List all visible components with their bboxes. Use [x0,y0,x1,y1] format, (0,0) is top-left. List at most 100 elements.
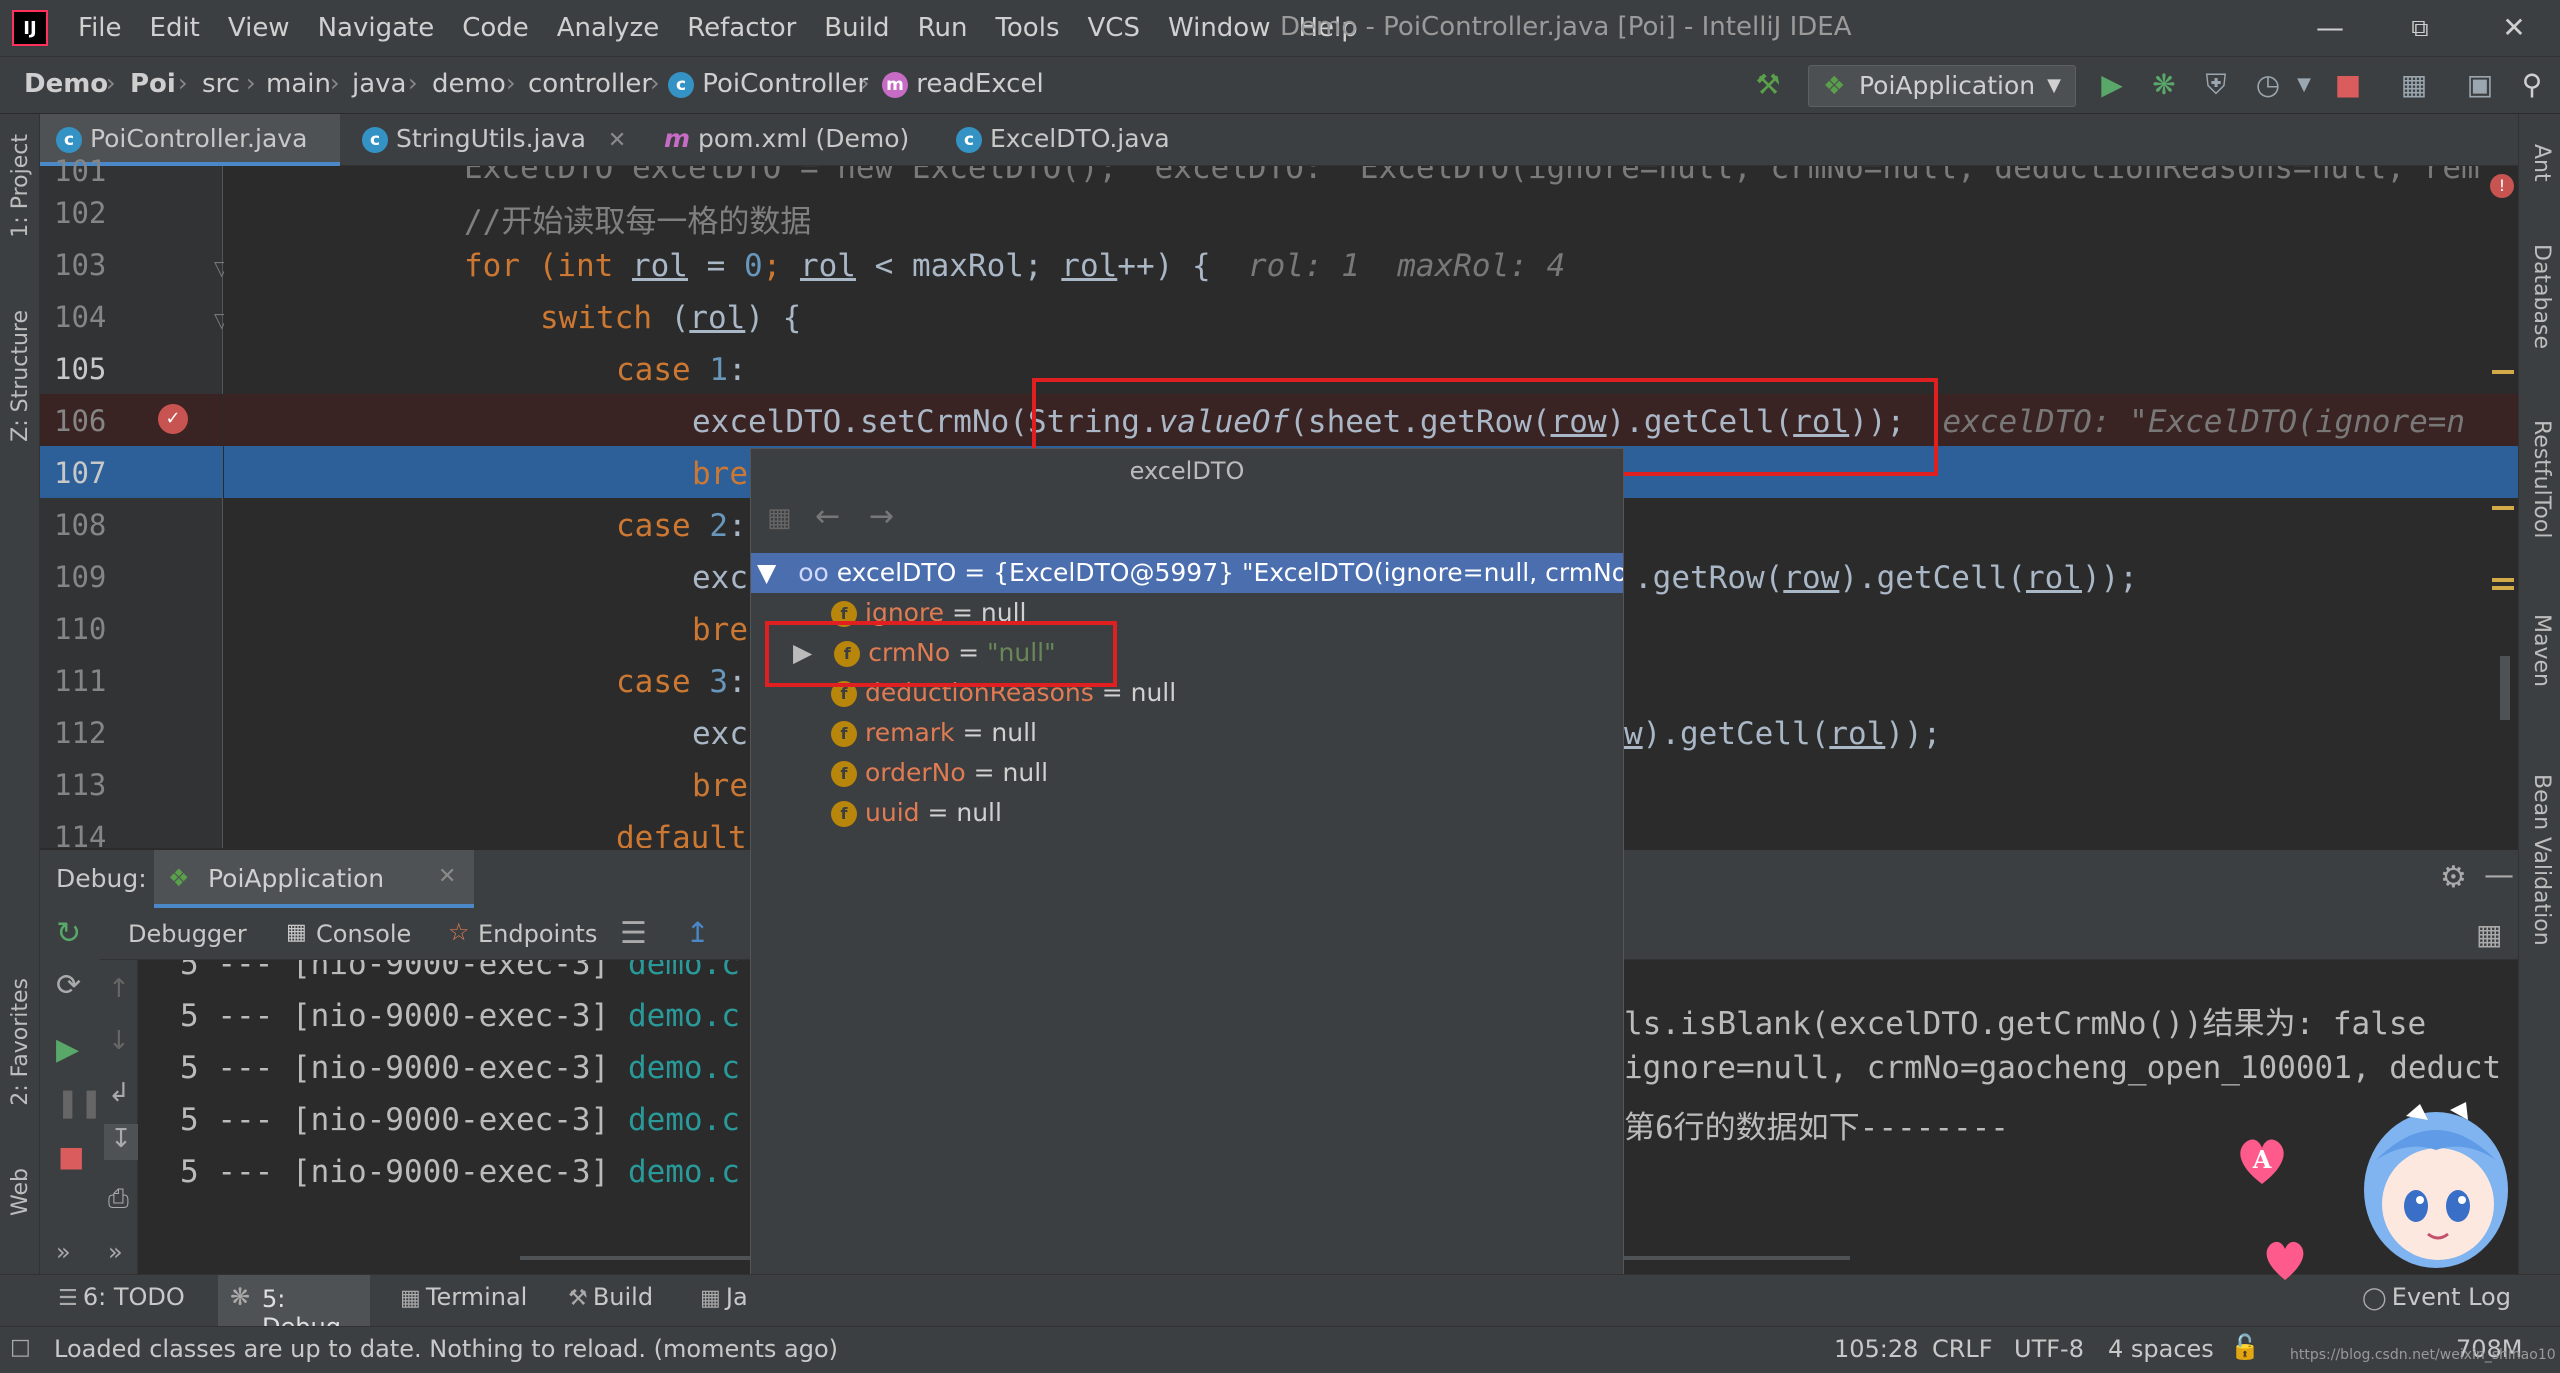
project-structure-icon[interactable]: ▦ [2396,67,2432,103]
profiler-icon[interactable]: ◷ [2250,67,2286,103]
bean-validation-tool-button[interactable]: Bean Validation [2529,774,2554,946]
layout-menu-icon[interactable]: ☰ [620,916,647,951]
tool-button-java[interactable]: ▦ Ja [700,1283,750,1311]
close-tab-icon[interactable]: ✕ [438,864,456,889]
menu-vcs[interactable]: VCS [1088,13,1140,43]
up-arrow-icon[interactable]: ↑ [108,974,130,1004]
tool-button-terminal[interactable]: ▦ Terminal [400,1283,527,1311]
error-stripe-marker[interactable] [2492,370,2514,374]
presentation-icon[interactable]: ▣ [2462,67,2498,103]
stop-icon[interactable]: ■ [2330,67,2366,103]
lock-icon[interactable]: 🔓 [2230,1333,2260,1361]
coverage-icon[interactable]: ⛨ [2198,67,2234,103]
build-hammer-icon[interactable]: ⚒ [1750,67,1786,103]
menu-code[interactable]: Code [462,13,529,43]
line-separator[interactable]: CRLF [1932,1335,1993,1363]
tree-root-exceldto[interactable]: ▼ oo excelDTO = {ExcelDTO@5997} "ExcelDT… [751,553,1623,593]
scroll-to-end-icon[interactable]: ↧ [104,1124,138,1160]
tab-stringutils[interactable]: c StringUtils.java ✕ [346,114,642,166]
hide-panel-icon[interactable]: — [2484,858,2514,893]
breakpoint-icon[interactable]: ✓ [158,404,188,434]
menu-build[interactable]: Build [824,13,889,43]
favorites-tool-button[interactable]: 2: Favorites [8,978,33,1106]
debug-session-tab[interactable]: ❖ PoiApplication ✕ [154,850,474,908]
restore-layout-icon[interactable]: ▦ [2476,918,2502,951]
error-stripe-marker[interactable] [2492,578,2514,582]
breadcrumb-controller[interactable]: controller [528,69,652,99]
field-row-remark[interactable]: f remark = null [831,713,1703,753]
tab-debugger[interactable]: Debugger [128,920,247,948]
menu-refactor[interactable]: Refactor [687,13,796,43]
error-stripe-marker[interactable] [2492,506,2514,510]
run-icon[interactable]: ▶ [2094,67,2130,103]
more-icon[interactable]: » [56,1238,71,1266]
rerun-icon[interactable]: ↻ [56,916,81,951]
breadcrumb-readexcel[interactable]: m readExcel [882,69,1044,99]
tab-exceldto[interactable]: c ExcelDTO.java ✕ [940,114,1204,203]
field-row-orderno[interactable]: f orderNo = null [831,753,1703,793]
tab-pom-xml[interactable]: m pom.xml (Demo) ✕ [648,114,936,203]
menu-view[interactable]: View [228,13,290,43]
field-row-uuid[interactable]: f uuid = null [831,793,1703,833]
menu-run[interactable]: Run [918,13,968,43]
search-icon[interactable]: ⚲ [2514,67,2550,103]
database-tool-button[interactable]: Database [2529,244,2554,349]
menu-tools[interactable]: Tools [995,13,1059,43]
maven-tool-button[interactable]: Maven [2529,614,2554,687]
toggle-tool-windows-icon[interactable]: □ [10,1335,31,1360]
close-icon[interactable]: ✕ [2484,8,2544,48]
menu-edit[interactable]: Edit [150,13,200,43]
tool-button-event-log[interactable]: ◯ Event Log [2362,1283,2511,1311]
breadcrumb-demo-package[interactable]: demo [432,69,506,99]
soft-wrap-icon[interactable]: ↲ [108,1078,130,1108]
close-tab-icon[interactable]: ✕ [608,128,626,153]
menu-analyze[interactable]: Analyze [557,13,659,43]
breadcrumb-poicontroller[interactable]: c PoiController [668,69,868,99]
tool-button-build[interactable]: ⚒ Build [568,1283,653,1311]
more-icon[interactable]: » [108,1238,123,1266]
editor-scrollbar-thumb[interactable] [2500,656,2510,720]
stop-icon[interactable]: ■ [58,1140,84,1173]
down-arrow-icon[interactable]: ↓ [108,1026,130,1056]
breadcrumb-demo[interactable]: Demo [24,69,108,99]
breadcrumb-poicontroller-label: PoiController [702,69,869,99]
tool-button-todo[interactable]: ☰ 6: TODO [58,1283,185,1319]
watch-glasses-icon: oo [798,558,829,587]
breadcrumb-poi[interactable]: Poi [130,69,176,99]
new-watch-icon[interactable]: ▦ [767,503,792,533]
restfultool-tool-button[interactable]: RestfulTool [2529,420,2554,538]
breadcrumb-main[interactable]: main [266,69,331,99]
tab-endpoints[interactable]: ☆ Endpoints [440,908,600,960]
debug-bug-icon[interactable]: ❋ [2146,67,2182,103]
restore-icon[interactable]: ⧉ [2390,8,2450,48]
structure-tool-button[interactable]: Z: Structure [8,310,33,442]
print-icon[interactable]: ⎙ [108,1184,129,1215]
project-tool-button[interactable]: 1: Project [8,134,33,238]
indent-setting[interactable]: 4 spaces [2108,1335,2214,1363]
ant-tool-button[interactable]: Ant [2529,144,2554,182]
breadcrumb-src[interactable]: src [202,69,240,99]
gear-icon[interactable]: ⚙ [2440,860,2467,895]
web-tool-button[interactable]: Web [8,1168,33,1216]
menu-window[interactable]: Window [1168,13,1271,43]
run-configuration-dropdown[interactable]: ❖ PoiApplication ▼ [1808,65,2076,107]
show-execution-point-icon[interactable]: ↥ [686,916,709,949]
back-arrow-icon[interactable]: ← [815,499,840,534]
menu-file[interactable]: File [78,13,122,43]
breadcrumb-java[interactable]: java [352,69,406,99]
minimize-icon[interactable]: — [2300,8,2360,48]
resume-icon[interactable]: ▶ [56,1032,79,1067]
tab-console[interactable]: ▦ Console [276,908,411,960]
chevron-down-icon[interactable]: ▼ [2286,67,2322,103]
pause-icon[interactable]: ❚❚ [56,1086,103,1119]
error-stripe-marker[interactable] [2492,586,2514,590]
file-encoding[interactable]: UTF-8 [2014,1335,2084,1363]
chevron-down-icon[interactable]: ▼ [757,558,776,587]
variable-inspect-popup[interactable]: excelDTO ▦ ← → ▼ oo excelDTO = {ExcelDTO… [750,448,1624,1324]
error-indicator-icon[interactable]: ! [2490,174,2514,198]
cursor-position[interactable]: 105:28 [1834,1335,1918,1363]
reload-icon[interactable]: ⟳ [56,968,81,1003]
forward-arrow-icon[interactable]: → [869,499,894,534]
tool-button-debug[interactable]: ❋ 5: Debug [218,1275,370,1341]
menu-navigate[interactable]: Navigate [318,13,435,43]
